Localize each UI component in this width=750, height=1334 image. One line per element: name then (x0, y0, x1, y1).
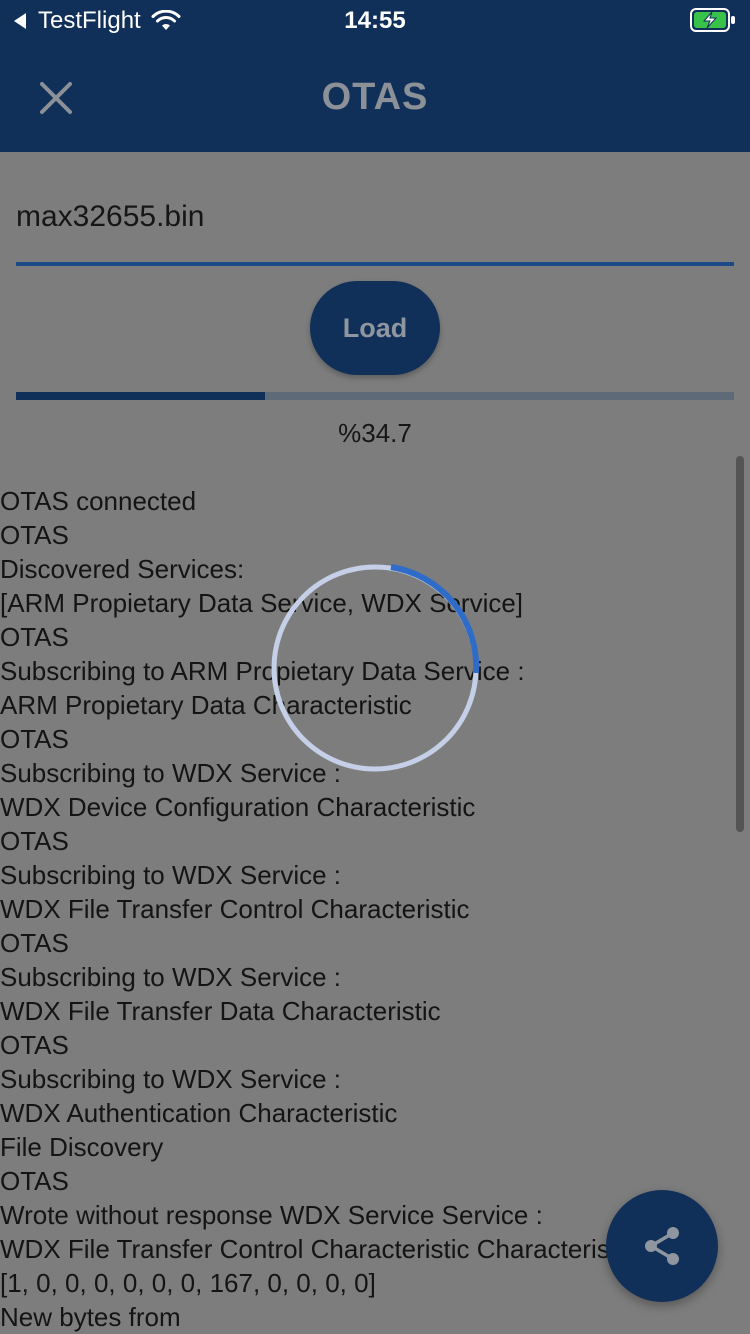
log-line: Subscribing to WDX Service : (0, 860, 342, 890)
log-line: New bytes from (0, 1302, 181, 1332)
log-line: File Discovery (0, 1132, 164, 1162)
progress-bar (16, 392, 734, 400)
page-title: OTAS (321, 76, 429, 118)
progress-bar-fill (16, 392, 266, 400)
app-bar: OTAS (0, 40, 750, 152)
log-line: WDX Device Configuration Characteristic (0, 792, 476, 822)
otas-screen: TestFlight 14:55 OTAS max32655.bin Load … (0, 0, 750, 1334)
log-line: Subscribing to WDX Service : (0, 962, 342, 992)
log-line: WDX File Transfer Control Characteristic (0, 894, 470, 924)
log-line: OTAS (0, 520, 69, 550)
log-line: OTAS (0, 826, 69, 856)
log-scrollbar[interactable] (736, 456, 744, 832)
log-line: WDX File Transfer Data Characteristic (0, 996, 441, 1026)
load-button[interactable]: Load (310, 281, 440, 375)
file-name-value: max32655.bin (16, 200, 205, 233)
status-bar: TestFlight 14:55 (0, 0, 750, 40)
progress-percent-text: %34.7 (338, 418, 412, 448)
log-line: OTAS (0, 928, 69, 958)
file-name-field[interactable]: max32655.bin (16, 190, 734, 266)
log-line: WDX Authentication Characteristic (0, 1098, 398, 1128)
log-line: Subscribing to WDX Service : (0, 1064, 342, 1094)
battery-charging-icon (690, 8, 735, 32)
loading-spinner (271, 564, 480, 772)
log-line: OTAS (0, 1030, 69, 1060)
log-line: OTAS (0, 1166, 69, 1196)
log-line: OTAS connected (0, 486, 197, 516)
status-time: 14:55 (344, 7, 406, 34)
share-button[interactable] (606, 1190, 718, 1302)
share-icon (645, 1227, 679, 1265)
